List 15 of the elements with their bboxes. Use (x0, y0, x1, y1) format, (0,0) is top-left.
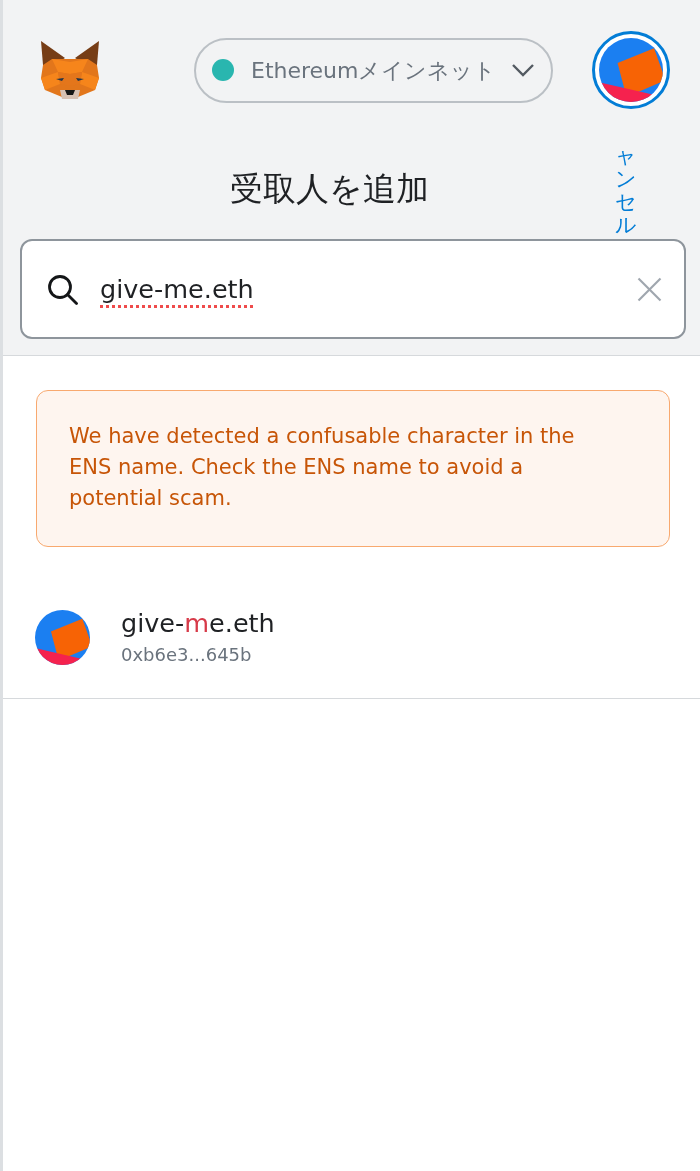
status-dot-icon (212, 59, 234, 81)
cancel-link[interactable]: ャンセル (615, 145, 636, 238)
close-icon[interactable] (637, 276, 662, 302)
chevron-down-icon (511, 63, 535, 77)
recipient-avatar-icon (35, 610, 90, 665)
page-title: 受取人を追加 (230, 168, 429, 210)
search-bar[interactable]: give-me.eth (20, 239, 686, 339)
account-avatar-icon[interactable] (592, 31, 670, 109)
fox-logo-icon (38, 38, 102, 102)
search-icon (47, 273, 78, 305)
network-selector[interactable]: Ethereumメインネット (194, 37, 553, 103)
search-input[interactable]: give-me.eth (100, 269, 637, 309)
recipient-address: 0xb6e3...645b (121, 643, 253, 667)
warning-message: We have detected a confusable character in the ENS name. Check the ENS name to avoid a potential scam. (69, 423, 576, 512)
recipient-name[interactable]: give-me.eth (121, 607, 275, 639)
